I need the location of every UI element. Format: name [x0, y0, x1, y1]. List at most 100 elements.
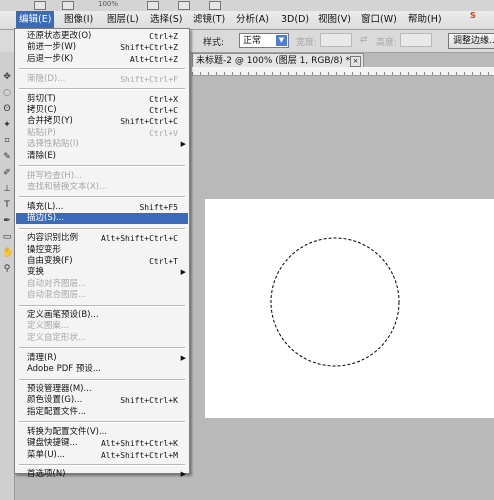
menu-item-label: 清理(R): [27, 352, 57, 363]
menu-item-label: 前进一步(W): [27, 42, 77, 53]
zoom-level[interactable]: 100%: [98, 0, 118, 9]
edit-menu-item: 渐隐(D)... Shift+Ctrl+F: [16, 74, 188, 85]
edit-menu-item[interactable]: 后退一步(K) Alt+Ctrl+Z: [16, 54, 188, 65]
marquee-tool-icon[interactable]: ◌: [2, 88, 12, 98]
menu-separator: [19, 165, 185, 167]
menu-item-label: 菜单(U)...: [27, 449, 65, 460]
menu-item-label: 拷贝(C): [27, 105, 57, 115]
toolbar-icon[interactable]: [178, 1, 190, 10]
menu-view[interactable]: 视图(V): [315, 11, 354, 29]
wand-tool-icon[interactable]: ✦: [2, 120, 12, 130]
menu-item-label: 定义画笔预设(B)...: [27, 310, 99, 320]
move-tool-icon[interactable]: ✥: [2, 72, 12, 82]
edit-menu-item[interactable]: 指定配置文件...: [16, 407, 188, 418]
menu-image[interactable]: 图像(I): [61, 11, 96, 29]
menu-item-label: 选择性粘贴(I): [27, 139, 79, 150]
chevron-down-icon[interactable]: ▼: [276, 35, 287, 46]
circle-selection: [270, 237, 400, 367]
edit-menu-item[interactable]: 操控变形: [16, 245, 188, 256]
edit-menu-item: 定义自定形状...: [16, 333, 188, 344]
menu-item-label: 颜色设置(G)...: [27, 395, 83, 406]
lasso-tool-icon[interactable]: ʘ: [2, 104, 12, 114]
brush-tool-icon[interactable]: ✐: [2, 168, 12, 178]
edit-menu-item: 自动混合图层...: [16, 290, 188, 301]
toolbar-icon[interactable]: [209, 1, 221, 10]
menu-window[interactable]: 窗口(W): [358, 11, 400, 29]
width-field[interactable]: [320, 33, 352, 47]
refine-edge-button[interactable]: 调整边缘...: [448, 33, 494, 49]
swap-icon[interactable]: ⇄: [360, 35, 368, 45]
height-label: 高度:: [376, 38, 398, 48]
edit-menu-dropdown: 还原状态更改(O) Ctrl+Z 前进一步(W) Shift+Ctrl+Z 后退一步(K…: [14, 28, 190, 479]
menu-select[interactable]: 选择(S): [147, 11, 185, 29]
edit-menu-item[interactable]: 清理(R) ▶: [16, 353, 188, 364]
zoom-tool-icon[interactable]: ⚲: [2, 264, 12, 274]
menu-analysis[interactable]: 分析(A): [233, 11, 272, 29]
edit-menu-item[interactable]: 还原状态更改(O) Ctrl+Z: [16, 31, 188, 42]
menu-separator: [19, 227, 185, 230]
menu-item-label: 转换为配置文件(V)...: [27, 426, 108, 437]
menu-separator: [19, 347, 185, 350]
menu-filter[interactable]: 滤镜(T): [190, 11, 228, 29]
menu-layer[interactable]: 图层(L): [104, 11, 142, 29]
toolbar-icon[interactable]: [34, 1, 46, 10]
width-label: 宽度:: [296, 38, 318, 48]
menu-item-shortcut: Shift+Ctrl+C: [120, 117, 178, 127]
menu-separator: [19, 88, 185, 91]
menu-item-shortcut: Shift+Ctrl+K: [120, 396, 178, 406]
menu-item-label: 键盘快捷键...: [27, 438, 78, 449]
toolbar-icon[interactable]: [62, 1, 74, 10]
edit-menu-item[interactable]: 变换 ▶: [16, 267, 188, 278]
style-select[interactable]: 正常 ▼: [239, 33, 289, 48]
crop-tool-icon[interactable]: ⌗: [2, 136, 12, 146]
toolbar-icon[interactable]: [147, 1, 159, 10]
document-canvas[interactable]: [205, 199, 494, 418]
edit-menu-item[interactable]: 转换为配置文件(V)...: [16, 427, 188, 438]
horizontal-ruler: [192, 67, 494, 76]
menu-item-label: 内容识别比例: [27, 233, 79, 244]
menu-item-label: 还原状态更改(O): [27, 31, 92, 41]
edit-menu-item[interactable]: 定义画笔预设(B)...: [16, 310, 188, 321]
menu-item-shortcut: Shift+Ctrl+Z: [120, 43, 178, 53]
menu-item-label: 查找和替换文本(X)...: [27, 181, 108, 192]
menu-item-shortcut: Shift+F5: [139, 202, 178, 212]
pen-tool-icon[interactable]: ✒: [2, 216, 12, 226]
menu-item-label: 指定配置文件...: [27, 406, 87, 417]
edit-menu-item[interactable]: 颜色设置(G)... Shift+Ctrl+K: [16, 395, 188, 406]
edit-menu-item[interactable]: 清除(E): [16, 151, 188, 162]
tools-panel: ✥ ◌ ʘ ✦ ⌗ ✎ ✐ ⊥ T ✒ ▭ ✋ ⚲: [0, 52, 15, 500]
edit-menu-item[interactable]: 自由变换(F) Ctrl+T: [16, 256, 188, 267]
shape-tool-icon[interactable]: ▭: [2, 232, 12, 242]
menu-separator: [19, 421, 185, 424]
edit-menu-item: 拼写检查(H)...: [16, 171, 188, 182]
menu-help[interactable]: 帮助(H): [405, 11, 445, 29]
menu-item-label: 预设管理器(M)...: [27, 384, 92, 394]
eyedropper-tool-icon[interactable]: ✎: [2, 152, 12, 162]
stamp-tool-icon[interactable]: ⊥: [2, 184, 12, 194]
edit-menu-item[interactable]: 内容识别比例 Alt+Shift+Ctrl+C: [16, 233, 188, 244]
height-field[interactable]: [400, 33, 432, 47]
edit-menu-item[interactable]: 填充(L)... Shift+F5: [16, 202, 188, 213]
menu-item-shortcut: Alt+Shift+Ctrl+M: [100, 450, 178, 460]
app-logo: S: [470, 11, 476, 20]
edit-menu-item[interactable]: 剪切(T) Ctrl+X: [16, 94, 188, 105]
edit-menu-item[interactable]: 合并拷贝(Y) Shift+Ctrl+C: [16, 116, 188, 127]
menu-item-label: 合并拷贝(Y): [27, 116, 73, 127]
submenu-arrow-icon: ▶: [180, 140, 186, 149]
edit-menu-item[interactable]: 首选项(N) ▶: [16, 469, 188, 480]
edit-menu-item[interactable]: 前进一步(W) Shift+Ctrl+Z: [16, 42, 188, 53]
hand-tool-icon[interactable]: ✋: [2, 248, 13, 258]
menu-edit[interactable]: 编辑(E): [16, 11, 55, 29]
edit-menu-item: 选择性粘贴(I) ▶: [16, 139, 188, 150]
edit-menu-item[interactable]: 描边(S)...: [16, 213, 188, 225]
edit-menu-item[interactable]: 拷贝(C) Ctrl+C: [16, 105, 188, 116]
close-icon[interactable]: ×: [350, 56, 361, 67]
menu-3d[interactable]: 3D(D): [278, 11, 312, 29]
edit-menu-item[interactable]: 菜单(U)... Alt+Shift+Ctrl+M: [16, 450, 188, 461]
type-tool-icon[interactable]: T: [2, 200, 12, 210]
menu-item-label: 首选项(N): [27, 469, 66, 480]
edit-menu-item[interactable]: Adobe PDF 预设...: [16, 364, 188, 375]
edit-menu-item[interactable]: 键盘快捷键... Alt+Shift+Ctrl+K: [16, 438, 188, 449]
document-tab[interactable]: 未标题-2 @ 100% (图层 1, RGB/8) * ×: [192, 53, 364, 67]
edit-menu-item[interactable]: 预设管理器(M)...: [16, 384, 188, 395]
